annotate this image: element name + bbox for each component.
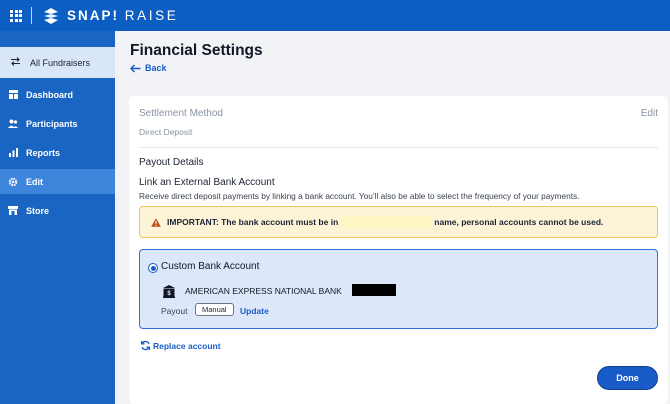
- sidebar-item-label: Reports: [26, 147, 61, 158]
- payout-frequency-badge: Manual: [195, 303, 234, 316]
- redacted-organization-name: [341, 216, 432, 228]
- back-link[interactable]: Back: [130, 63, 167, 73]
- participants-icon: [8, 119, 18, 128]
- settlement-method-label: Settlement Method: [139, 108, 223, 119]
- update-payout-link[interactable]: Update: [240, 306, 269, 316]
- payout-details-heading: Payout Details: [139, 157, 204, 168]
- link-bank-description: Receive direct deposit payments by linki…: [139, 191, 580, 201]
- important-alert: IMPORTANT: The bank account must be in n…: [139, 206, 658, 238]
- sidebar-item-label: All Fundraisers: [30, 57, 91, 68]
- replace-account-label: Replace account: [153, 340, 221, 351]
- bank-icon: $: [162, 284, 176, 298]
- done-button[interactable]: Done: [597, 366, 658, 390]
- top-bar-divider: [31, 7, 32, 24]
- brand-name-light: RAISE: [124, 8, 179, 23]
- replace-account-link[interactable]: Replace account: [140, 340, 221, 351]
- sidebar-item-dashboard[interactable]: Dashboard: [0, 82, 115, 107]
- bank-account-type: Custom Bank Account: [161, 261, 260, 272]
- sidebar-item-participants[interactable]: Participants: [0, 111, 115, 136]
- brand-name[interactable]: SNAP! RAISE: [67, 8, 178, 23]
- sidebar-item-label: Store: [26, 205, 50, 216]
- edit-settlement-button[interactable]: Edit: [641, 108, 658, 119]
- sidebar-item-all-fundraisers[interactable]: All Fundraisers: [0, 47, 115, 78]
- swap-arrows-icon: [10, 56, 22, 70]
- sidebar-item-label: Participants: [26, 118, 78, 129]
- dashboard-icon: [8, 90, 18, 99]
- grid-apps-icon[interactable]: [10, 9, 22, 22]
- store-icon: [8, 206, 18, 215]
- refresh-icon: [140, 340, 151, 351]
- gear-icon: [8, 177, 18, 187]
- redacted-account-number: [352, 284, 396, 296]
- sidebar: All Fundraisers Dashboard Participants R…: [0, 31, 115, 404]
- back-link-label: Back: [145, 63, 167, 73]
- alert-text-prefix: IMPORTANT: The bank account must be in: [167, 217, 339, 227]
- bar-chart-icon: [8, 148, 18, 157]
- link-bank-heading: Link an External Bank Account: [139, 177, 275, 188]
- bank-account-radio[interactable]: [148, 263, 158, 273]
- sidebar-item-reports[interactable]: Reports: [0, 140, 115, 165]
- divider: [139, 147, 658, 148]
- bank-account-option[interactable]: Custom Bank Account $ AMERICAN EXPRESS N…: [139, 249, 658, 329]
- page-title: Financial Settings: [130, 42, 263, 59]
- brand-name-bold: SNAP!: [67, 8, 120, 23]
- alert-text-suffix: name, personal accounts cannot be used.: [434, 217, 604, 227]
- bank-name: AMERICAN EXPRESS NATIONAL BANK: [185, 286, 342, 296]
- sidebar-item-edit[interactable]: Edit: [0, 169, 115, 194]
- settings-card: Settlement Method Edit Direct Deposit Pa…: [129, 96, 668, 404]
- snap-logo-icon[interactable]: [40, 5, 62, 27]
- payout-label: Payout: [161, 306, 188, 316]
- warning-icon: [151, 217, 161, 227]
- top-bar: SNAP! RAISE: [0, 0, 670, 31]
- sidebar-item-label: Edit: [26, 176, 43, 187]
- settlement-method-value: Direct Deposit: [139, 127, 193, 137]
- sidebar-item-store[interactable]: Store: [0, 198, 115, 223]
- sidebar-item-label: Dashboard: [26, 89, 74, 100]
- arrow-left-icon: [130, 63, 141, 73]
